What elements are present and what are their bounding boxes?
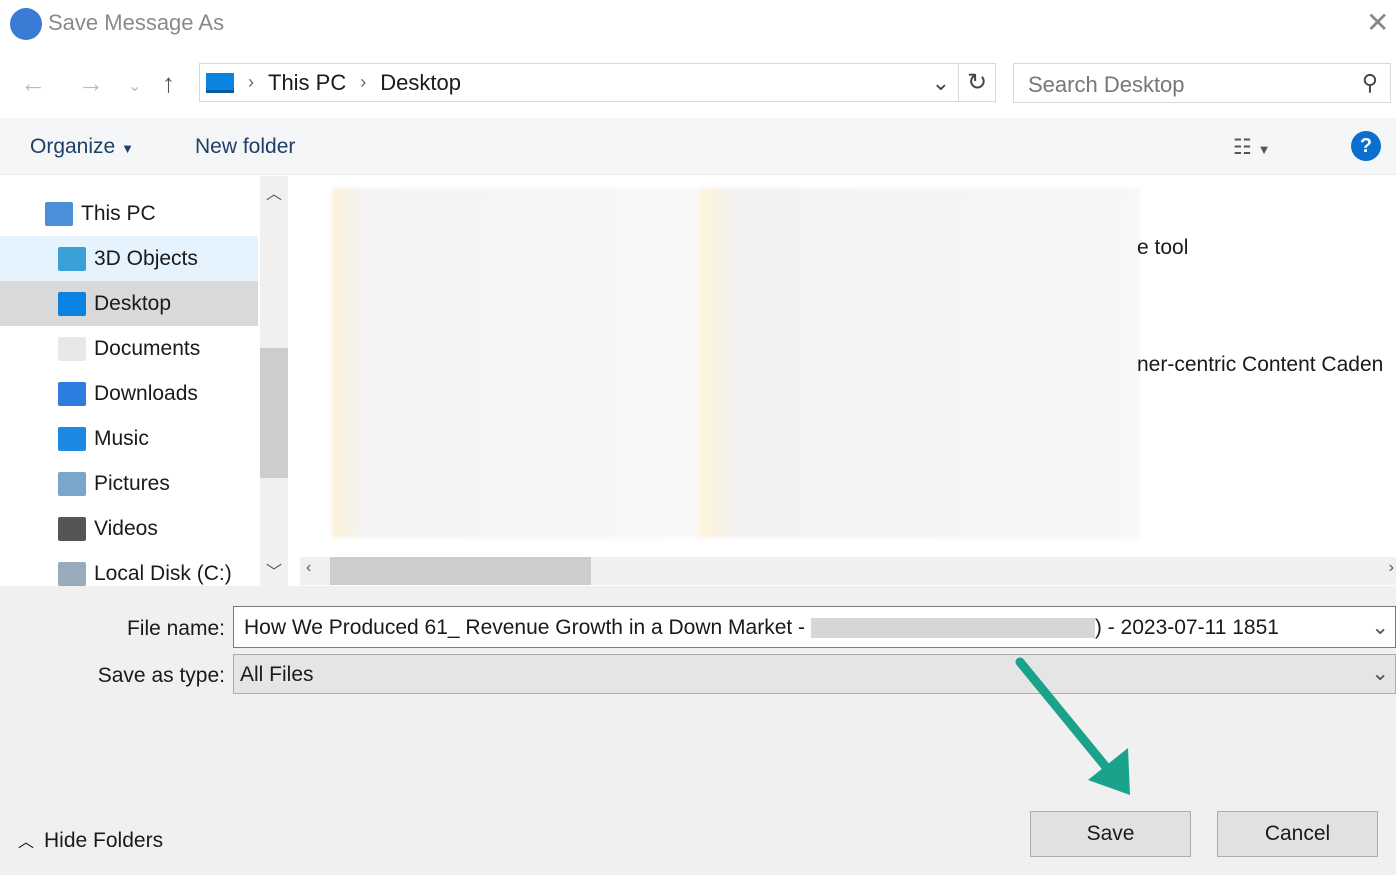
chevron-down-icon[interactable]: ⌄ [1371, 615, 1389, 640]
search-input[interactable]: Search Desktop ⚲ [1013, 63, 1391, 103]
tree-item-label: Downloads [94, 381, 198, 405]
tree-item[interactable]: 3D Objects [0, 236, 258, 281]
search-icon: ⚲ [1361, 70, 1378, 95]
refresh-button[interactable]: ↻ [958, 63, 996, 102]
tree-item-label: This PC [81, 201, 156, 225]
tree-item-label: Pictures [94, 471, 170, 495]
organize-menu[interactable]: Organize ▼ [30, 135, 134, 159]
close-button[interactable]: ✕ [1366, 6, 1389, 39]
chevron-down-icon[interactable]: ⌄ [932, 70, 950, 96]
forward-button[interactable]: → [78, 68, 104, 99]
computer-icon [45, 201, 73, 226]
desktop-icon [206, 72, 234, 93]
save-button[interactable]: Save [1030, 811, 1191, 857]
recent-dropdown[interactable]: ⌄ [128, 76, 141, 96]
view-options-icon[interactable]: ☷ ▼ [1233, 135, 1271, 160]
chevron-down-icon: ⌄ [1371, 662, 1389, 685]
tree-item-label: 3D Objects [94, 246, 198, 270]
tree-item[interactable]: Documents [0, 326, 258, 371]
tree-item[interactable]: This PC [0, 191, 258, 236]
blurred-file-thumbnails [332, 188, 1140, 538]
redacted-text [810, 618, 1095, 639]
app-icon [10, 8, 42, 40]
document-icon [58, 336, 86, 361]
tree-item-label: Desktop [94, 291, 172, 315]
hide-folders-button[interactable]: ︿ Hide Folders [18, 828, 163, 853]
address-bar[interactable]: › This PC › Desktop ⌄ [199, 63, 959, 102]
file-item[interactable]: ner-centric Content Caden [1137, 353, 1383, 377]
window-title: Save Message As [48, 10, 225, 35]
annotation-arrow [1015, 657, 1130, 795]
tree-item-label: Music [94, 426, 149, 450]
picture-icon [58, 471, 86, 496]
help-button[interactable]: ? [1351, 131, 1381, 161]
content-scrollbar[interactable]: ‹ › [300, 557, 1396, 585]
folder-tree: This PC 3D Objects Desktop Documents Downloa… [0, 176, 258, 586]
file-item[interactable]: e tool [1137, 236, 1188, 260]
up-button[interactable]: ↑ [162, 68, 175, 99]
chevron-right-icon: › [360, 72, 367, 92]
file-name-input[interactable]: How We Produced 61_ Revenue Growth in a … [233, 606, 1396, 648]
tree-item-label: Documents [94, 336, 201, 360]
tree-scrollbar[interactable]: ︿ ﹀ [260, 176, 288, 586]
tree-item-label: Local Disk (C:) [94, 561, 232, 585]
music-icon [58, 426, 86, 451]
disk-icon [58, 561, 86, 586]
breadcrumb-desktop[interactable]: Desktop [380, 70, 461, 96]
download-icon [58, 381, 86, 406]
tree-item[interactable]: Desktop [0, 281, 258, 326]
cube-icon [58, 246, 86, 271]
breadcrumb-this-pc[interactable]: This PC [268, 70, 346, 96]
save-type-label: Save as type: [97, 664, 225, 687]
back-button[interactable]: ← [20, 68, 46, 99]
new-folder-button[interactable]: New folder [195, 135, 295, 159]
cancel-button[interactable]: Cancel [1217, 811, 1378, 857]
tree-item[interactable]: Videos [0, 506, 258, 551]
save-type-select[interactable]: All Files ⌄ [233, 654, 1396, 694]
tree-item[interactable]: Music [0, 416, 258, 461]
file-name-label: File name: [126, 617, 225, 640]
video-icon [58, 516, 86, 541]
search-placeholder: Search Desktop [1028, 72, 1185, 97]
desktop-icon [58, 291, 86, 316]
chevron-right-icon: › [248, 72, 254, 92]
tree-item[interactable]: Pictures [0, 461, 258, 506]
tree-item-label: Videos [94, 516, 158, 540]
tree-item[interactable]: Downloads [0, 371, 258, 416]
